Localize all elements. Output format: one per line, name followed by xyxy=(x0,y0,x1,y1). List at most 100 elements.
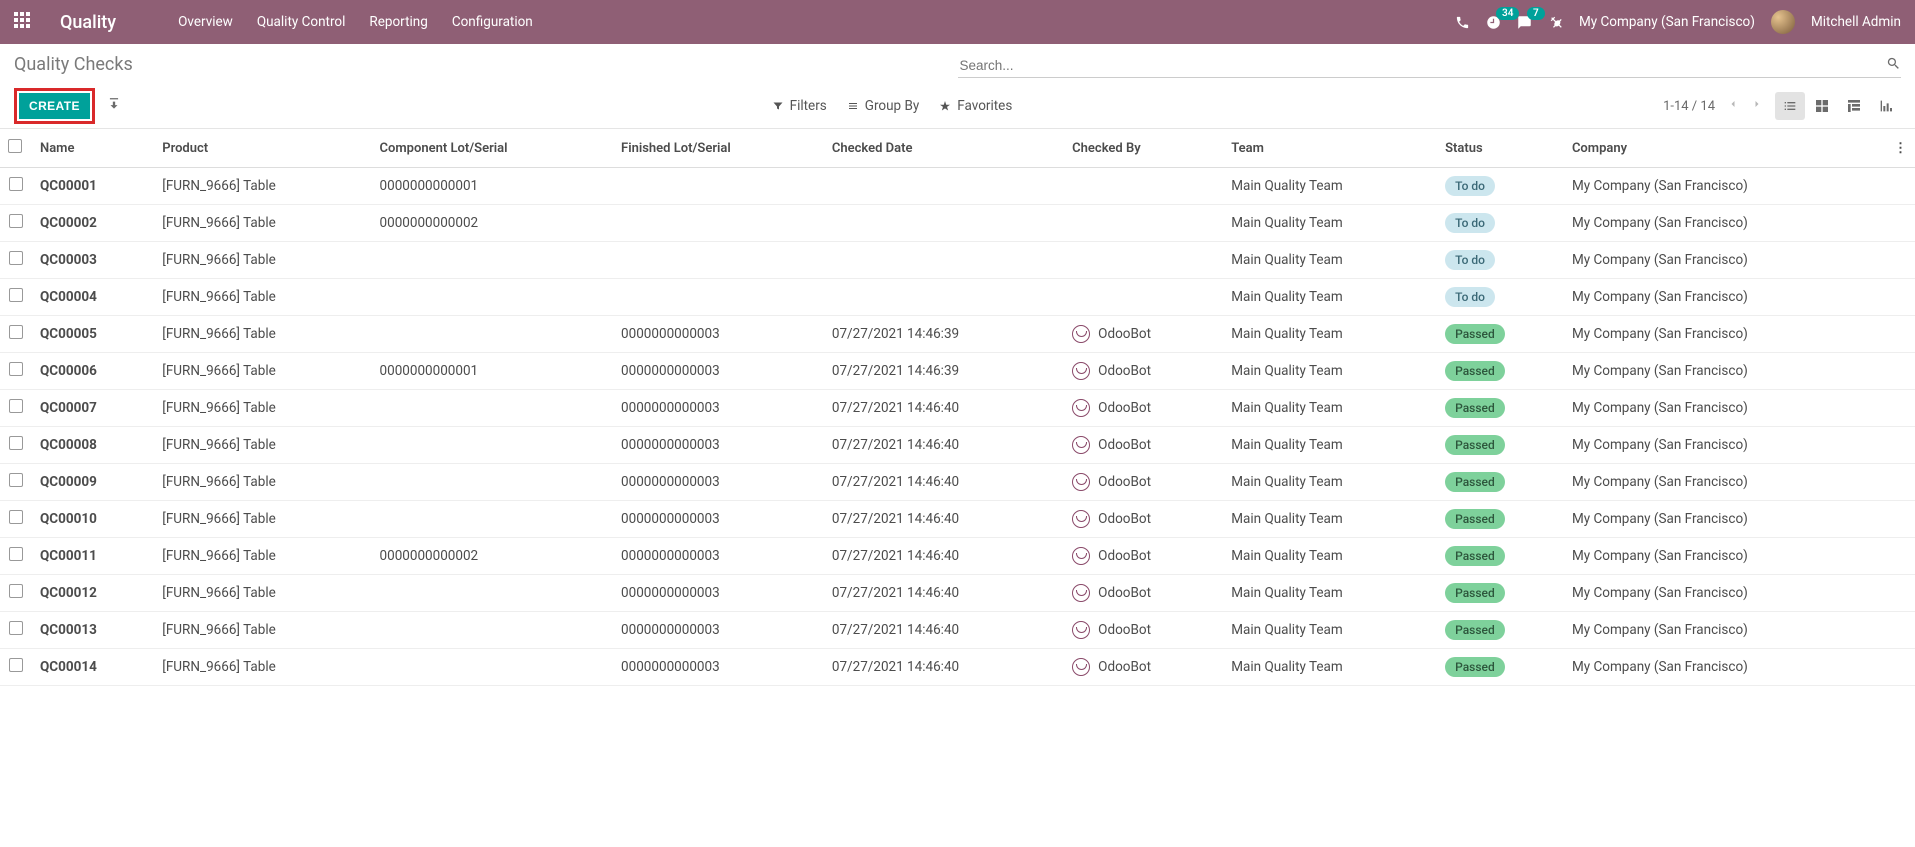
search-input[interactable] xyxy=(958,54,1887,77)
row-checkbox[interactable] xyxy=(0,168,32,205)
cell-finished: 0000000000003 xyxy=(613,612,824,649)
cell-team: Main Quality Team xyxy=(1223,168,1437,205)
control-panel: Quality Checks CREATE Filters Group By F… xyxy=(0,44,1915,129)
table-row[interactable]: QC00002[FURN_9666] Table0000000000002Mai… xyxy=(0,205,1915,242)
view-kanban-icon[interactable] xyxy=(1807,92,1837,120)
col-checked-by[interactable]: Checked By xyxy=(1064,129,1223,168)
col-finished[interactable]: Finished Lot/Serial xyxy=(613,129,824,168)
search-icon[interactable] xyxy=(1886,56,1901,75)
export-icon[interactable] xyxy=(107,97,121,115)
table-row[interactable]: QC00003[FURN_9666] TableMain Quality Tea… xyxy=(0,242,1915,279)
messages-icon[interactable]: 7 xyxy=(1517,15,1532,30)
cell-checked-date xyxy=(824,279,1064,316)
col-company[interactable]: Company xyxy=(1564,129,1886,168)
col-product[interactable]: Product xyxy=(154,129,371,168)
row-options xyxy=(1886,649,1915,686)
row-checkbox[interactable] xyxy=(0,612,32,649)
table-row[interactable]: QC00010[FURN_9666] Table000000000000307/… xyxy=(0,501,1915,538)
group-by-label: Group By xyxy=(865,98,920,114)
row-checkbox[interactable] xyxy=(0,353,32,390)
cell-checked-by: OdooBot xyxy=(1098,511,1151,527)
row-checkbox[interactable] xyxy=(0,242,32,279)
col-component[interactable]: Component Lot/Serial xyxy=(372,129,614,168)
row-checkbox[interactable] xyxy=(0,427,32,464)
apps-icon[interactable] xyxy=(14,12,30,32)
view-list-icon[interactable] xyxy=(1775,92,1805,120)
cell-component xyxy=(372,316,614,353)
table-row[interactable]: QC00012[FURN_9666] Table000000000000307/… xyxy=(0,575,1915,612)
bot-avatar-icon xyxy=(1072,473,1090,491)
pager-range[interactable]: 1-14 / 14 xyxy=(1663,99,1715,114)
table-row[interactable]: QC00006[FURN_9666] Table0000000000001000… xyxy=(0,353,1915,390)
table-row[interactable]: QC00001[FURN_9666] Table0000000000001Mai… xyxy=(0,168,1915,205)
cell-checked-by: OdooBot xyxy=(1098,585,1151,601)
cell-checked-by: OdooBot xyxy=(1098,548,1151,564)
cell-finished: 0000000000003 xyxy=(613,649,824,686)
quality-checks-table: Name Product Component Lot/Serial Finish… xyxy=(0,129,1915,686)
cell-finished: 0000000000003 xyxy=(613,538,824,575)
cell-component xyxy=(372,279,614,316)
nav-menu-quality-control[interactable]: Quality Control xyxy=(257,14,346,30)
cell-checked-by-wrap xyxy=(1064,279,1223,316)
row-checkbox[interactable] xyxy=(0,279,32,316)
cell-checked-date: 07/27/2021 14:46:40 xyxy=(824,538,1064,575)
view-graph-icon[interactable] xyxy=(1871,92,1901,120)
cell-checked-date: 07/27/2021 14:46:40 xyxy=(824,390,1064,427)
row-checkbox[interactable] xyxy=(0,464,32,501)
select-all-checkbox[interactable] xyxy=(0,129,32,168)
group-by-button[interactable]: Group By xyxy=(847,98,920,114)
nav-menu-configuration[interactable]: Configuration xyxy=(452,14,533,30)
cell-name: QC00003 xyxy=(32,242,154,279)
table-row[interactable]: QC00009[FURN_9666] Table000000000000307/… xyxy=(0,464,1915,501)
create-button[interactable]: CREATE xyxy=(19,93,90,119)
cell-status: Passed xyxy=(1437,538,1564,575)
activity-icon[interactable]: 34 xyxy=(1486,15,1501,30)
table-row[interactable]: QC00011[FURN_9666] Table0000000000002000… xyxy=(0,538,1915,575)
table-row[interactable]: QC00004[FURN_9666] TableMain Quality Tea… xyxy=(0,279,1915,316)
cell-finished: 0000000000003 xyxy=(613,501,824,538)
column-options-icon[interactable]: ⋮ xyxy=(1886,129,1915,168)
row-checkbox[interactable] xyxy=(0,205,32,242)
company-selector[interactable]: My Company (San Francisco) xyxy=(1579,14,1755,30)
nav-menu-overview[interactable]: Overview xyxy=(178,14,233,30)
table-row[interactable]: QC00013[FURN_9666] Table000000000000307/… xyxy=(0,612,1915,649)
filters-button[interactable]: Filters xyxy=(772,98,827,114)
row-checkbox[interactable] xyxy=(0,390,32,427)
avatar[interactable] xyxy=(1771,10,1795,34)
table-row[interactable]: QC00007[FURN_9666] Table000000000000307/… xyxy=(0,390,1915,427)
activity-badge: 34 xyxy=(1496,7,1519,20)
table-row[interactable]: QC00005[FURN_9666] Table000000000000307/… xyxy=(0,316,1915,353)
row-checkbox[interactable] xyxy=(0,575,32,612)
cell-company: My Company (San Francisco) xyxy=(1564,242,1886,279)
cell-finished: 0000000000003 xyxy=(613,353,824,390)
navbar: Quality Overview Quality Control Reporti… xyxy=(0,0,1915,44)
row-checkbox[interactable] xyxy=(0,316,32,353)
row-options xyxy=(1886,612,1915,649)
bot-avatar-icon xyxy=(1072,325,1090,343)
col-status[interactable]: Status xyxy=(1437,129,1564,168)
cell-company: My Company (San Francisco) xyxy=(1564,279,1886,316)
app-title[interactable]: Quality xyxy=(60,12,116,33)
cell-product: [FURN_9666] Table xyxy=(154,649,371,686)
col-checked-date[interactable]: Checked Date xyxy=(824,129,1064,168)
view-pivot-icon[interactable] xyxy=(1839,92,1869,120)
row-checkbox[interactable] xyxy=(0,649,32,686)
row-checkbox[interactable] xyxy=(0,501,32,538)
user-menu[interactable]: Mitchell Admin xyxy=(1811,14,1901,30)
favorites-button[interactable]: Favorites xyxy=(939,98,1012,114)
cell-checked-by: OdooBot xyxy=(1098,400,1151,416)
col-name[interactable]: Name xyxy=(32,129,154,168)
cell-team: Main Quality Team xyxy=(1223,538,1437,575)
phone-icon[interactable] xyxy=(1455,15,1470,30)
table-row[interactable]: QC00008[FURN_9666] Table000000000000307/… xyxy=(0,427,1915,464)
debug-icon[interactable] xyxy=(1548,15,1563,30)
row-options xyxy=(1886,279,1915,316)
col-team[interactable]: Team xyxy=(1223,129,1437,168)
nav-menu-reporting[interactable]: Reporting xyxy=(369,14,427,30)
pager-next-icon[interactable] xyxy=(1751,98,1763,114)
cell-company: My Company (San Francisco) xyxy=(1564,353,1886,390)
table-row[interactable]: QC00014[FURN_9666] Table000000000000307/… xyxy=(0,649,1915,686)
row-checkbox[interactable] xyxy=(0,538,32,575)
pager-prev-icon[interactable] xyxy=(1727,98,1739,114)
cell-name: QC00008 xyxy=(32,427,154,464)
